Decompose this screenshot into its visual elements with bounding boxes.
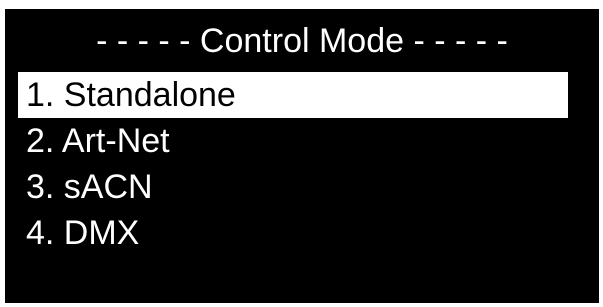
screen-title: - - - - - Control Mode - - - - - (96, 22, 508, 60)
menu-item-sacn[interactable]: 3. sACN (18, 164, 568, 210)
menu-item-art-net[interactable]: 2. Art-Net (18, 118, 568, 164)
display-screen: - - - - - Control Mode - - - - - 1. Stan… (5, 9, 599, 303)
menu-item-standalone[interactable]: 1. Standalone (18, 72, 568, 118)
menu-item-dmx[interactable]: 4. DMX (18, 210, 568, 256)
control-mode-menu: 1. Standalone 2. Art-Net 3. sACN 4. DMX (18, 72, 568, 256)
